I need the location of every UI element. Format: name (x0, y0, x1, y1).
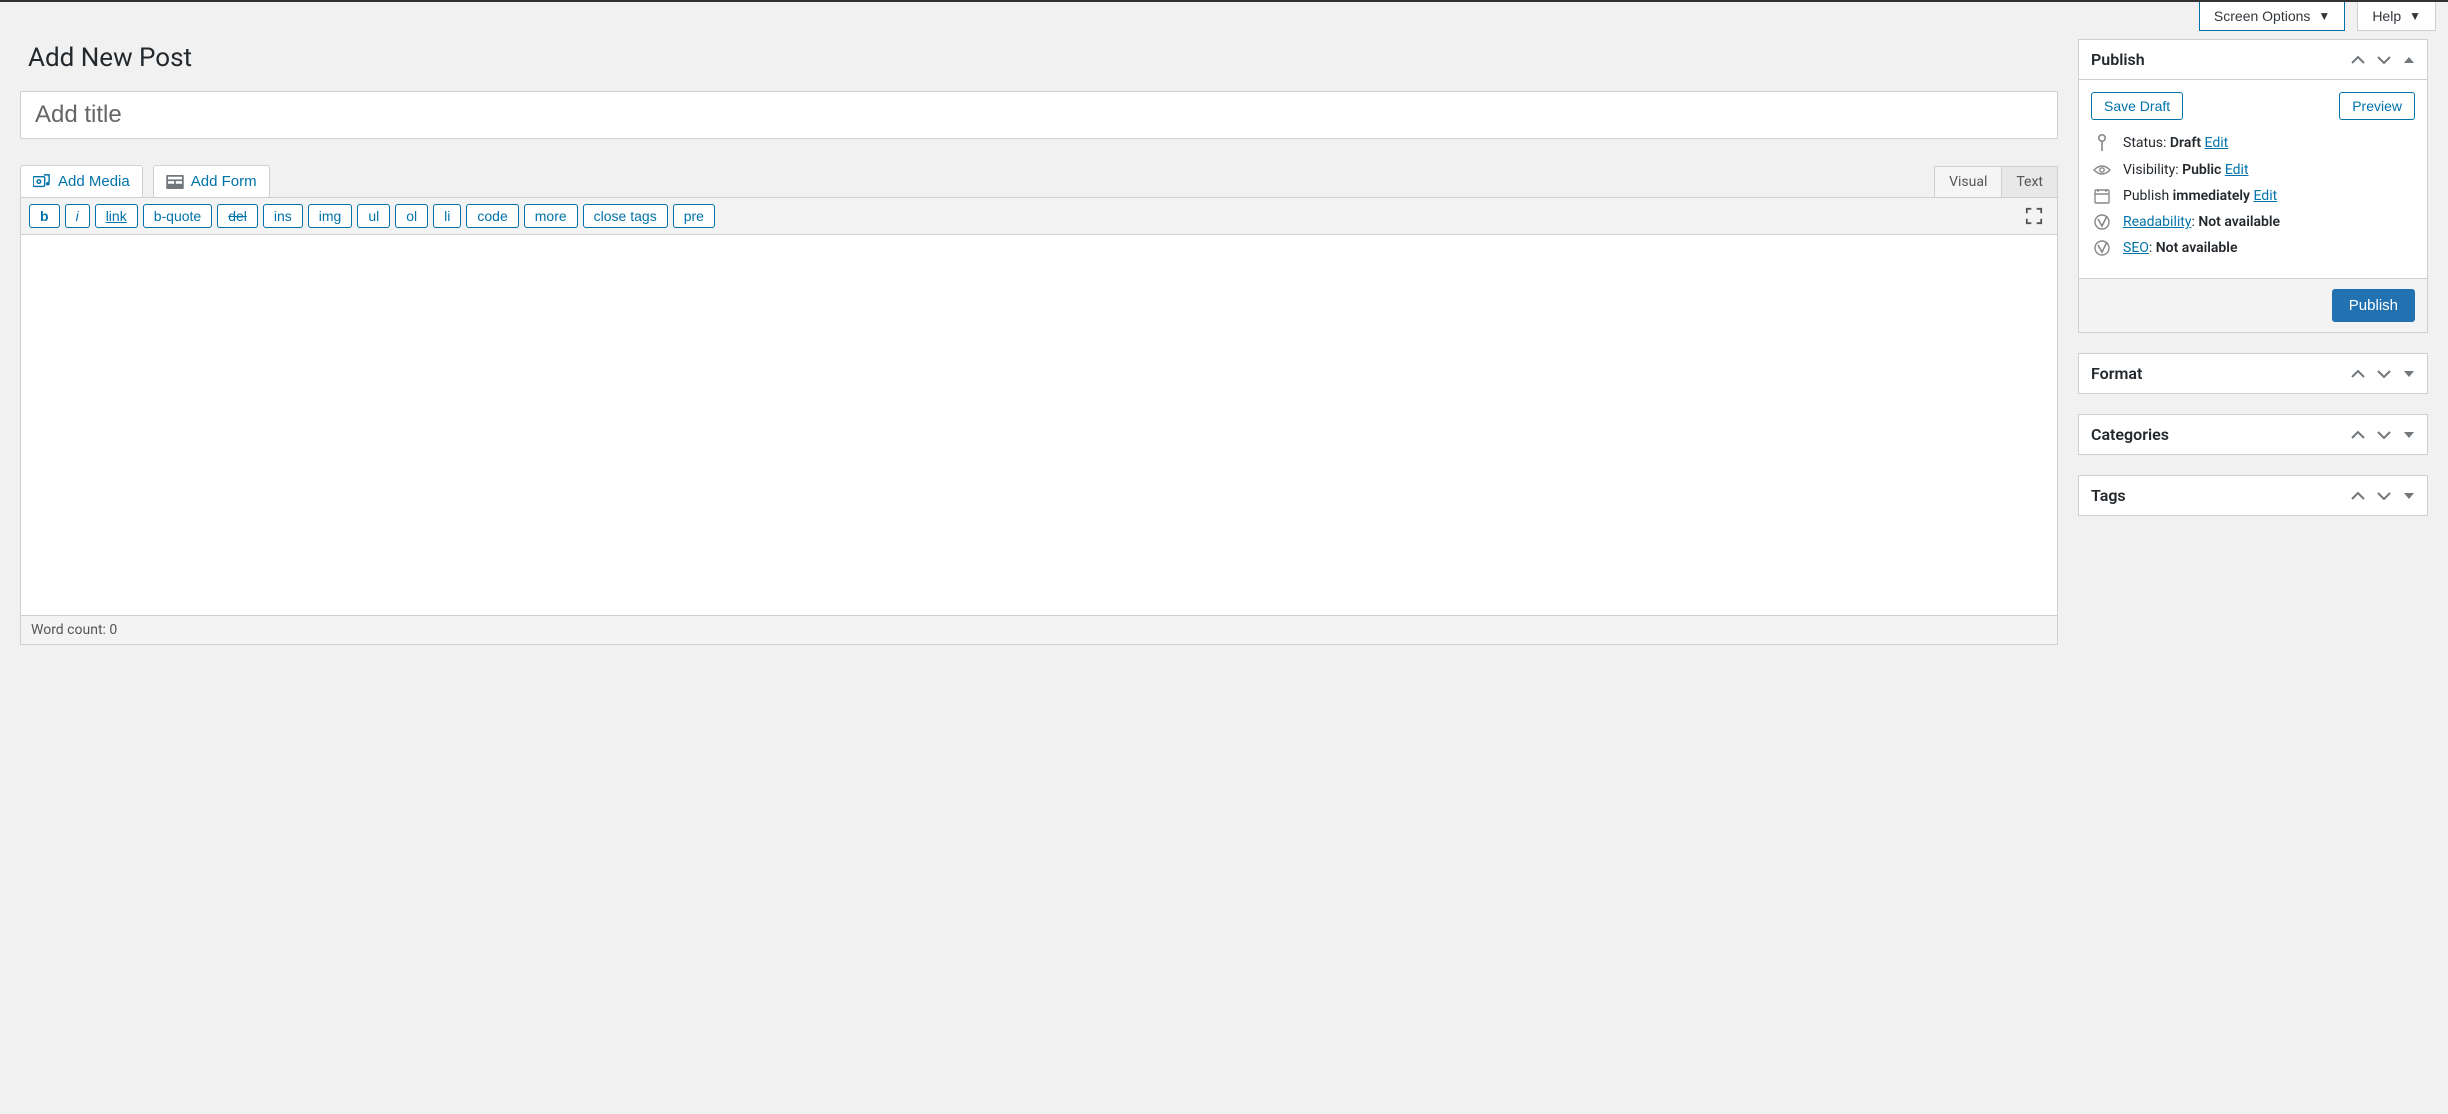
toolbar-more-button[interactable]: more (524, 204, 578, 228)
move-down-icon[interactable] (2377, 430, 2391, 440)
visibility-value: Public (2182, 162, 2221, 178)
toggle-icon[interactable] (2403, 430, 2415, 440)
move-down-icon[interactable] (2377, 369, 2391, 379)
page-title: Add New Post (22, 43, 2058, 73)
visibility-edit-link[interactable]: Edit (2225, 162, 2249, 178)
seo-line: SEO: Not available (2091, 240, 2415, 256)
toolbar-close-tags-button[interactable]: close tags (583, 204, 668, 228)
toolbar-code-button[interactable]: code (466, 204, 518, 228)
tab-text[interactable]: Text (2001, 166, 2058, 197)
pin-icon (2091, 134, 2113, 152)
toolbar-img-button[interactable]: img (308, 204, 353, 228)
caret-down-icon: ▼ (2409, 9, 2421, 23)
toolbar-ins-button[interactable]: ins (263, 204, 303, 228)
schedule-label: Publish (2123, 188, 2173, 204)
categories-metabox: Categories (2078, 414, 2428, 455)
screen-options-label: Screen Options (2214, 8, 2311, 24)
format-metabox: Format (2078, 353, 2428, 394)
toolbar-li-button[interactable]: li (433, 204, 461, 228)
save-draft-button[interactable]: Save Draft (2091, 92, 2183, 120)
add-media-label: Add Media (58, 173, 130, 190)
toolbar-bold-button[interactable]: b (29, 204, 60, 228)
publish-title: Publish (2091, 50, 2351, 69)
form-icon (166, 175, 184, 189)
readability-link[interactable]: Readability (2123, 214, 2191, 230)
camera-music-icon (33, 174, 51, 190)
publish-metabox: Publish Save Draft Preview Status: Draf (2078, 39, 2428, 333)
yoast-icon (2091, 240, 2113, 256)
format-title: Format (2091, 364, 2351, 383)
toolbar-link-button[interactable]: link (95, 204, 138, 228)
visibility-label: Visibility: (2123, 162, 2182, 178)
tags-title: Tags (2091, 486, 2351, 505)
toggle-icon[interactable] (2403, 369, 2415, 379)
move-up-icon[interactable] (2351, 369, 2365, 379)
move-up-icon[interactable] (2351, 55, 2365, 65)
toolbar-italic-button[interactable]: i (65, 204, 90, 228)
editor-toolbar: b i link b-quote del ins img ul ol li co… (21, 198, 2057, 235)
seo-value: Not available (2156, 240, 2238, 256)
eye-icon (2091, 164, 2113, 176)
move-down-icon[interactable] (2377, 55, 2391, 65)
caret-down-icon: ▼ (2318, 9, 2330, 23)
status-line: Status: Draft Edit (2091, 134, 2415, 152)
calendar-icon (2091, 188, 2113, 204)
toolbar-del-button[interactable]: del (217, 204, 258, 228)
publish-header[interactable]: Publish (2079, 40, 2427, 80)
visibility-line: Visibility: Public Edit (2091, 162, 2415, 178)
publish-button[interactable]: Publish (2332, 289, 2415, 322)
toolbar-ul-button[interactable]: ul (357, 204, 390, 228)
schedule-edit-link[interactable]: Edit (2253, 188, 2277, 204)
format-header[interactable]: Format (2079, 354, 2427, 393)
word-count-label: Word count: (31, 622, 109, 638)
screen-options-button[interactable]: Screen Options ▼ (2199, 2, 2345, 31)
colon: : (2149, 240, 2156, 256)
top-bar: Screen Options ▼ Help ▼ (0, 0, 2448, 31)
editor-tabs: Visual Text (20, 166, 2058, 197)
categories-header[interactable]: Categories (2079, 415, 2427, 454)
move-down-icon[interactable] (2377, 491, 2391, 501)
tags-header[interactable]: Tags (2079, 476, 2427, 515)
editor-footer: Word count: 0 (21, 615, 2057, 644)
tab-visual[interactable]: Visual (1934, 166, 2001, 197)
toolbar-ol-button[interactable]: ol (395, 204, 428, 228)
move-up-icon[interactable] (2351, 430, 2365, 440)
add-form-label: Add Form (191, 173, 257, 190)
status-label: Status: (2123, 135, 2170, 151)
add-media-button[interactable]: Add Media (20, 165, 143, 198)
help-label: Help (2372, 8, 2401, 24)
schedule-value: immediately (2173, 188, 2250, 204)
post-title-input[interactable] (20, 91, 2058, 139)
schedule-line: Publish immediately Edit (2091, 188, 2415, 204)
fullscreen-icon[interactable] (2019, 205, 2049, 227)
word-count-value: 0 (109, 622, 117, 638)
seo-link[interactable]: SEO (2123, 240, 2149, 256)
preview-button[interactable]: Preview (2339, 92, 2415, 120)
status-value: Draft (2170, 135, 2201, 151)
readability-value: Not available (2198, 214, 2280, 230)
categories-title: Categories (2091, 425, 2351, 444)
help-button[interactable]: Help ▼ (2357, 2, 2436, 31)
move-up-icon[interactable] (2351, 491, 2365, 501)
readability-line: Readability: Not available (2091, 214, 2415, 230)
toolbar-bquote-button[interactable]: b-quote (143, 204, 212, 228)
editor-box: b i link b-quote del ins img ul ol li co… (20, 197, 2058, 645)
toolbar-pre-button[interactable]: pre (673, 204, 715, 228)
toggle-icon[interactable] (2403, 491, 2415, 501)
post-content-textarea[interactable] (21, 235, 2057, 615)
toggle-icon[interactable] (2403, 55, 2415, 65)
tags-metabox: Tags (2078, 475, 2428, 516)
add-form-button[interactable]: Add Form (153, 165, 270, 198)
status-edit-link[interactable]: Edit (2205, 135, 2229, 151)
yoast-icon (2091, 214, 2113, 230)
